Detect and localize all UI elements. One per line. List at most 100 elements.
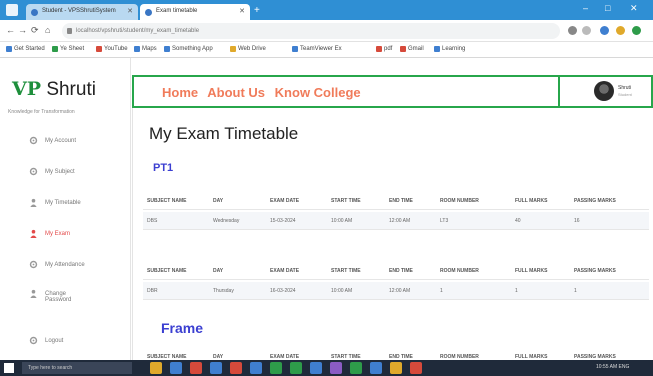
table-cell: 16-03-2024 (270, 288, 296, 294)
app-icon[interactable] (210, 362, 222, 374)
column-header: PASSING MARKS (574, 268, 616, 274)
nav-link-home[interactable]: Home (162, 85, 198, 100)
header-divider (558, 77, 560, 106)
menu-icon[interactable] (632, 26, 641, 35)
column-header: EXAM DATE (270, 268, 300, 274)
tab-close-icon[interactable]: ✕ (239, 7, 245, 15)
sidebar-item-my-subject[interactable]: My Subject (0, 164, 131, 180)
sidebar-item-my-timetable[interactable]: My Timetable (0, 195, 131, 211)
table-cell: 1 (440, 288, 443, 294)
address-bar-row: ← → ⟳ ⌂ localhost/vpshruti/student/my_ex… (0, 20, 653, 42)
gear-icon (29, 336, 38, 345)
app-icon[interactable] (290, 362, 302, 374)
column-header: SUBJECT NAME (147, 268, 187, 274)
table-cell: 10:00 AM (331, 288, 353, 294)
new-tab-button[interactable]: + (254, 5, 260, 16)
app-icon[interactable] (410, 362, 422, 374)
sidebar-item-change-password[interactable]: Change Password (0, 286, 131, 310)
browser-tab-active[interactable]: Exam timetable ✕ (140, 4, 250, 20)
bookmark[interactable]: TeamViewer Ex (292, 46, 342, 52)
app-icon[interactable] (310, 362, 322, 374)
sidebar-item-my-account[interactable]: My Account (0, 133, 131, 149)
avatar[interactable] (594, 81, 614, 101)
tab-title: Exam timetable (156, 8, 198, 14)
bookmark[interactable]: Learning (434, 46, 465, 52)
app-icon[interactable] (350, 362, 362, 374)
extension-icon[interactable] (616, 26, 625, 35)
reload-button[interactable]: ⟳ (31, 25, 39, 36)
table-cell: 15-03-2024 (270, 218, 296, 224)
bookmark[interactable]: Get Started (6, 46, 45, 52)
close-window-button[interactable]: ✕ (630, 3, 638, 14)
table-header: SUBJECT NAME DAY EXAM DATE START TIME EN… (143, 192, 649, 210)
tab-close-icon[interactable]: ✕ (127, 7, 133, 15)
tab-favicon-icon (31, 9, 38, 16)
profile-icon[interactable] (600, 26, 609, 35)
gear-icon (29, 136, 38, 145)
table-header: SUBJECT NAME DAY EXAM DATE START TIME EN… (143, 262, 649, 280)
system-clock[interactable]: 10:55 AM ENG (596, 364, 629, 370)
forward-button[interactable]: → (18, 25, 27, 35)
sidebar-item-label: My Attendance (45, 262, 85, 268)
column-header: ROOM NUMBER (440, 268, 479, 274)
table-cell: 12:00 AM (389, 218, 411, 224)
chrome-icon[interactable] (230, 362, 242, 374)
person-icon (29, 289, 38, 298)
logo-text: Shruti (46, 79, 96, 100)
sidebar-item-my-exam[interactable]: My Exam (0, 226, 131, 242)
table-row: DBS Wednesday 15-03-2024 10:00 AM 12:00 … (143, 212, 649, 230)
app-icon[interactable] (270, 362, 282, 374)
app-icon[interactable] (330, 362, 342, 374)
table-cell: DBS (147, 218, 158, 224)
app-icon[interactable] (370, 362, 382, 374)
bookmark[interactable]: Something App (164, 46, 213, 52)
bookmark[interactable]: Gmail (400, 46, 424, 52)
column-header: START TIME (331, 268, 361, 274)
column-header: FULL MARKS (515, 198, 548, 204)
sidebar-item-label-line2: Password (45, 297, 72, 303)
column-header: DAY (213, 268, 224, 274)
edge-icon[interactable] (170, 362, 182, 374)
home-button[interactable]: ⌂ (45, 25, 50, 35)
nav-link-know-college[interactable]: Know College (275, 85, 361, 100)
sidebar-item-logout[interactable]: Logout (0, 333, 131, 349)
sidebar-item-my-attendance[interactable]: My Attendance (0, 257, 131, 273)
windows-start-icon[interactable] (4, 363, 14, 373)
table-cell: 10:00 AM (331, 218, 353, 224)
table-cell: 16 (574, 218, 580, 224)
extension-icon[interactable] (582, 26, 591, 35)
url-input[interactable]: localhost/vpshruti/student/my_exam_timet… (62, 23, 560, 39)
exam-heading: Frame (161, 320, 204, 336)
bookmark[interactable]: pdf (376, 46, 392, 52)
lock-icon (67, 28, 72, 34)
logo-mark: VP (12, 78, 42, 100)
bookmark[interactable]: Ye Sheet (52, 46, 84, 52)
main-content: My Exam Timetable PT1 SUBJECT NAME DAY E… (132, 108, 653, 366)
gear-icon (29, 260, 38, 269)
bookmark[interactable]: Web Drive (230, 46, 266, 52)
column-header: DAY (213, 198, 224, 204)
sidebar-item-label: My Timetable (45, 200, 81, 206)
app-logo[interactable]: VP Shruti (12, 78, 96, 101)
tab-favicon-icon (145, 9, 152, 16)
user-role: Student (618, 92, 632, 97)
app-icon[interactable] (190, 362, 202, 374)
nav-link-about-us[interactable]: About Us (207, 85, 265, 100)
app-icon[interactable] (250, 362, 262, 374)
extension-icon[interactable] (568, 26, 577, 35)
os-taskbar: Type here to search 10:55 AM ENG (0, 360, 653, 376)
maximize-button[interactable]: □ (605, 3, 610, 13)
browser-menu-icon[interactable] (6, 4, 18, 16)
taskbar-search-input[interactable]: Type here to search (22, 362, 132, 374)
file-explorer-icon[interactable] (150, 362, 162, 374)
minimize-button[interactable]: – (583, 3, 588, 13)
sidebar-item-label: My Account (45, 138, 77, 144)
bookmarks-bar: Get Started Ye Sheet YouTube Maps Someth… (0, 42, 653, 58)
column-header: END TIME (389, 268, 413, 274)
bookmark[interactable]: YouTube (96, 46, 128, 52)
app-icon[interactable] (390, 362, 402, 374)
bookmark[interactable]: Maps (134, 46, 157, 52)
sidebar-item-label: My Subject (45, 169, 75, 175)
browser-tab[interactable]: Student - VPSShrutiSystem ✕ (26, 4, 138, 20)
back-button[interactable]: ← (6, 25, 15, 35)
